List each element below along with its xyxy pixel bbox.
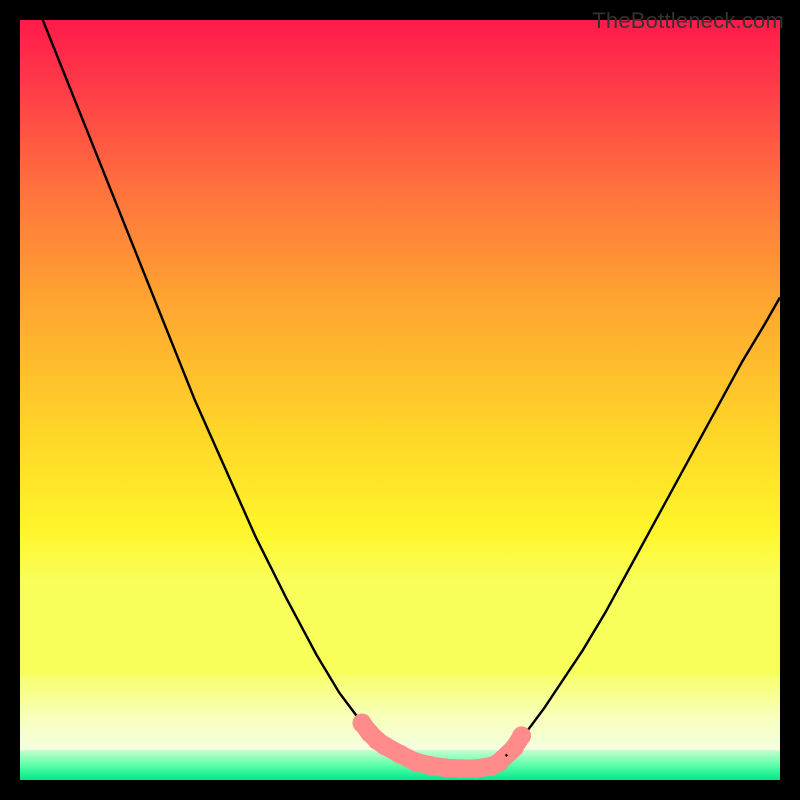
watermark-text: TheBottleneck.com (592, 8, 784, 34)
curve-b-path (484, 297, 780, 767)
curve-a-path (43, 20, 476, 769)
highlight-dot (489, 753, 508, 772)
outer-frame: TheBottleneck.com (0, 0, 800, 800)
chart-svg (20, 20, 780, 780)
highlight-dot (512, 726, 531, 745)
plot-area (20, 20, 780, 780)
